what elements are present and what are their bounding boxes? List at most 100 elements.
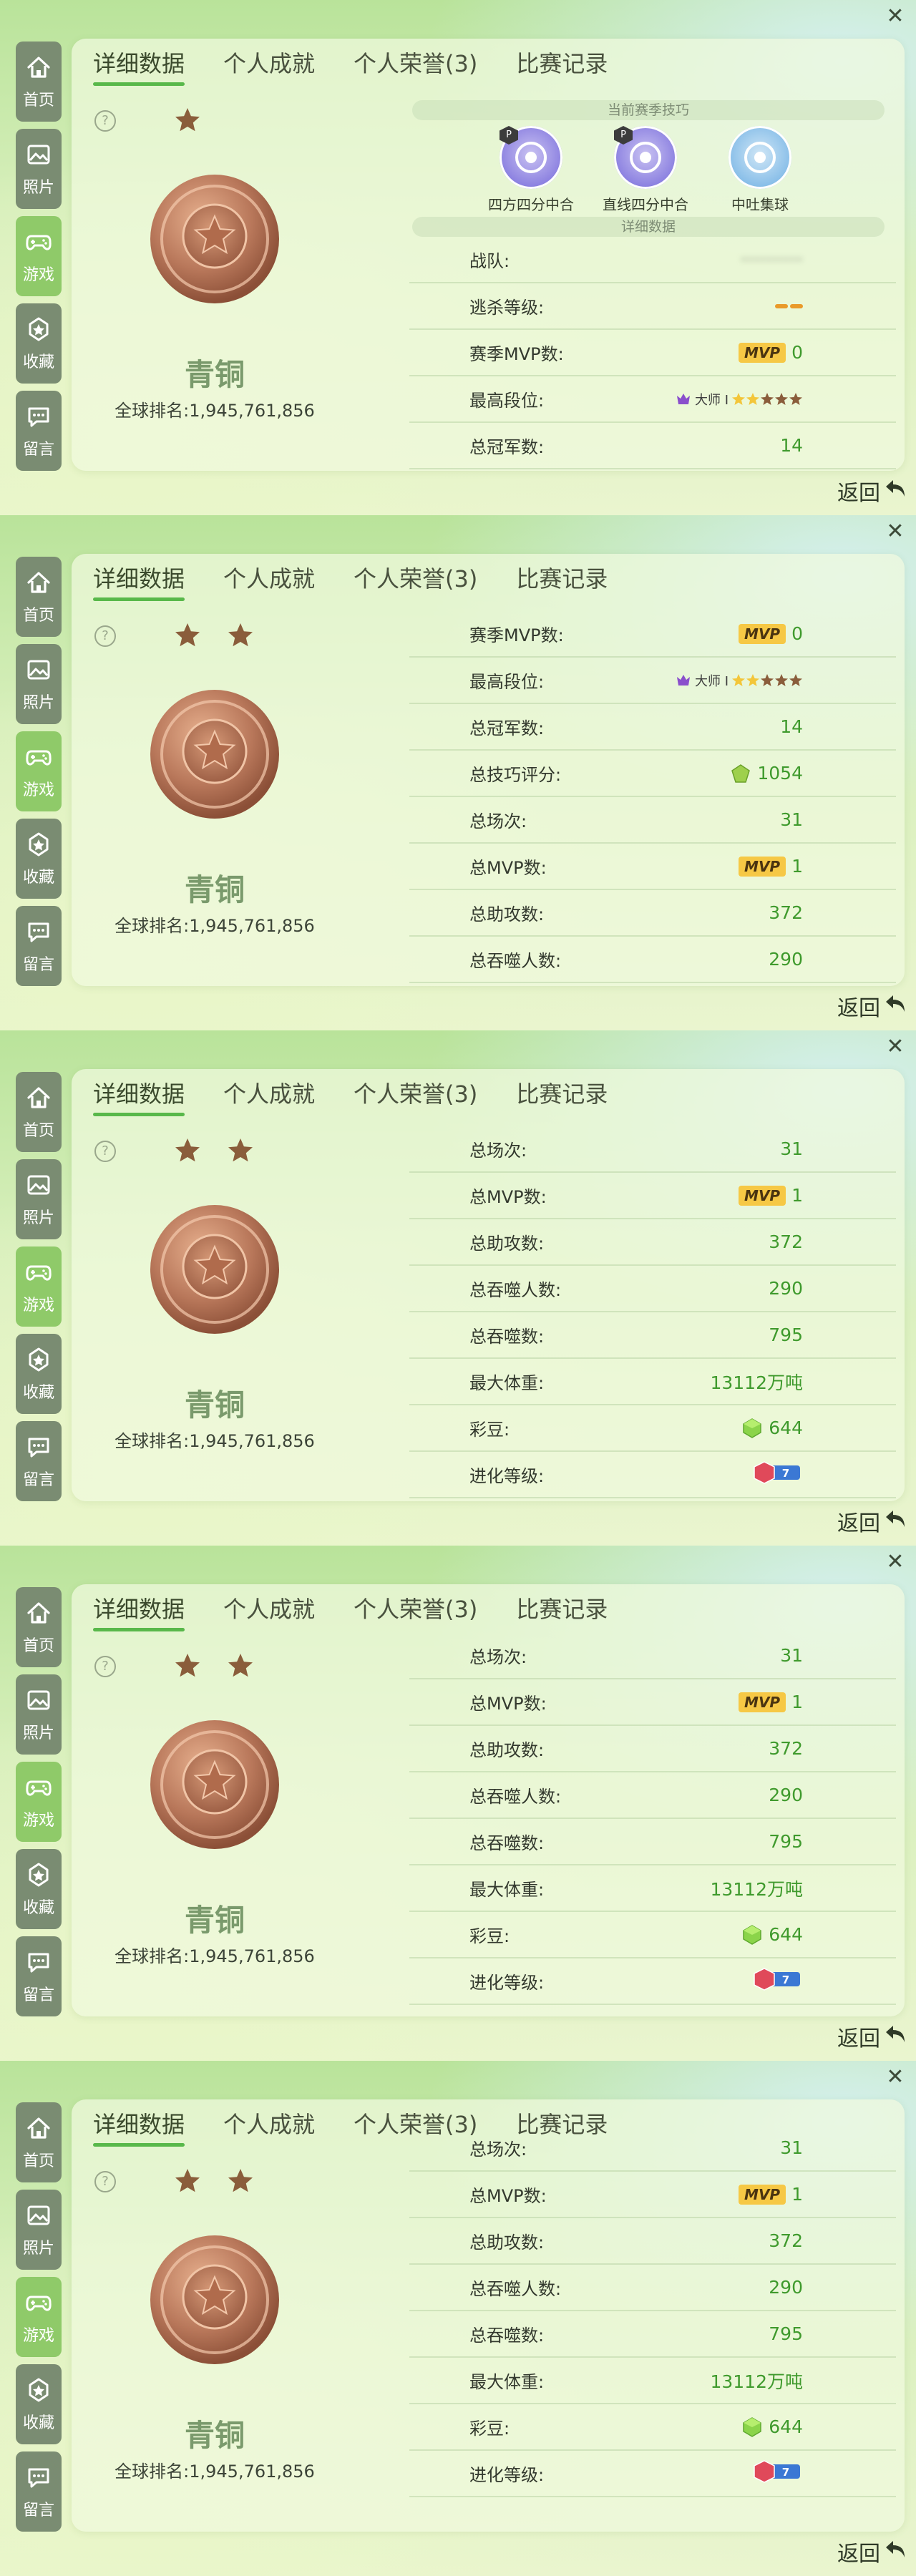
sidebar-item-home[interactable]: 首页 <box>16 557 62 637</box>
sidebar: 首页 照片 游戏 收藏 留言 <box>16 2102 62 2539</box>
stat-season-mvp: 赛季MVP数: MVP 0 <box>409 330 896 376</box>
skill-icon[interactable] <box>729 126 791 189</box>
sidebar-item-home[interactable]: 首页 <box>16 42 62 122</box>
close-icon[interactable]: ✕ <box>885 521 906 542</box>
photo-icon <box>24 1686 53 1717</box>
sidebar-item-photos[interactable]: 照片 <box>16 1159 62 1239</box>
tab-details[interactable]: 详细数据 <box>93 561 185 601</box>
sidebar-item-label: 照片 <box>22 694 54 712</box>
tab-details[interactable]: 详细数据 <box>93 1076 185 1116</box>
sidebar-item-favorites[interactable]: 收藏 <box>16 2364 62 2444</box>
skill-item[interactable]: P 四方四分中合 <box>477 126 585 214</box>
stats-scroll-area[interactable]: 总场次: 31 总MVP数: MVP 1 总助攻数: 372 总吞噬人数: 290 总吞噬数: 79… <box>409 2099 896 2532</box>
sidebar-item-messages[interactable]: 留言 <box>16 2451 62 2532</box>
back-button[interactable]: 返回 <box>837 2536 907 2567</box>
sidebar-item-photos[interactable]: 照片 <box>16 1674 62 1755</box>
help-icon[interactable]: ? <box>94 2171 116 2192</box>
stats-scroll-area[interactable]: 当前赛季技巧 P 四方四分中合 P 直线四分中合 中吐集球 详细数据 战队: ·········… <box>409 39 896 471</box>
skill-icon[interactable]: P <box>614 126 677 189</box>
tab-achievements[interactable]: 个人成就 <box>223 46 315 86</box>
tab-details[interactable]: 详细数据 <box>93 1591 185 1631</box>
stat-evolution: 进化等级: 7 <box>409 1452 896 1498</box>
sidebar-item-game[interactable]: 游戏 <box>16 1246 62 1327</box>
stat-max-weight-label: 最大体重: <box>469 2372 545 2392</box>
stats-scroll-area[interactable]: 总场次: 31 总MVP数: MVP 1 总助攻数: 372 总吞噬人数: 290 总吞噬数: 79… <box>409 1584 896 2016</box>
close-icon[interactable]: ✕ <box>885 1551 906 1573</box>
tab-details[interactable]: 详细数据 <box>93 46 185 86</box>
rank-name: 青铜 <box>184 1903 245 1938</box>
sidebar-item-messages[interactable]: 留言 <box>16 1936 62 2016</box>
stat-beans-label: 彩豆: <box>469 2419 510 2439</box>
stat-max-weight-label: 最大体重: <box>469 1880 545 1900</box>
help-icon[interactable]: ? <box>94 625 116 647</box>
stat-total-devour-label: 总吞噬数: <box>469 1833 545 1853</box>
stats-scroll-area[interactable]: 总场次: 31 总MVP数: MVP 1 总助攻数: 372 总吞噬人数: 290 总吞噬数: 79… <box>409 1069 896 1501</box>
sidebar-item-game[interactable]: 游戏 <box>16 216 62 296</box>
sidebar-item-game[interactable]: 游戏 <box>16 2277 62 2357</box>
sidebar-item-home[interactable]: 首页 <box>16 2102 62 2182</box>
tab-achievements[interactable]: 个人成就 <box>223 1076 315 1116</box>
stat-total-devour-label: 总吞噬数: <box>469 1327 545 1347</box>
stat-evolution-value: 7 <box>753 2459 803 2488</box>
sidebar-item-label: 首页 <box>22 1637 54 1655</box>
gamepad-icon <box>24 1258 53 1289</box>
skill-item[interactable]: P 直线四分中合 <box>592 126 699 214</box>
help-icon[interactable]: ? <box>94 110 116 132</box>
stat-team-label: 战队: <box>469 251 510 271</box>
stat-total-mvp-value: MVP 1 <box>739 1185 803 1206</box>
sidebar-item-label: 留言 <box>22 1471 54 1489</box>
sidebar-item-label: 收藏 <box>22 869 54 887</box>
sidebar-item-favorites[interactable]: 收藏 <box>16 1334 62 1414</box>
skill-icon[interactable]: P <box>500 126 562 189</box>
sidebar-item-photos[interactable]: 照片 <box>16 644 62 724</box>
stat-total-champion-value: 14 <box>780 716 803 737</box>
message-icon <box>24 402 53 434</box>
sidebar-item-messages[interactable]: 留言 <box>16 1421 62 1501</box>
close-icon[interactable]: ✕ <box>885 6 906 27</box>
sidebar-item-game[interactable]: 游戏 <box>16 1762 62 1842</box>
tab-achievements[interactable]: 个人成就 <box>223 2107 315 2147</box>
stat-total-mvp: 总MVP数: MVP 1 <box>409 844 896 890</box>
tab-achievements[interactable]: 个人成就 <box>223 561 315 601</box>
close-icon[interactable]: ✕ <box>885 2067 906 2088</box>
stat-total-assists-value: 372 <box>769 1231 803 1252</box>
stat-season-mvp-label: 赛季MVP数: <box>469 625 564 645</box>
sidebar-item-label: 首页 <box>22 607 54 625</box>
stat-total-games-label: 总场次: <box>469 1141 527 1161</box>
gamepad-icon <box>24 228 53 259</box>
rank-name: 青铜 <box>184 357 245 392</box>
sidebar-item-photos[interactable]: 照片 <box>16 129 62 209</box>
rank-star-icon <box>173 1136 202 1168</box>
stat-beans-value: 644 <box>741 2416 803 2438</box>
tab-details[interactable]: 详细数据 <box>93 2107 185 2147</box>
sidebar-item-favorites[interactable]: 收藏 <box>16 303 62 384</box>
back-button[interactable]: 返回 <box>837 990 907 1022</box>
tab-achievements[interactable]: 个人成就 <box>223 1591 315 1631</box>
sidebar-item-favorites[interactable]: 收藏 <box>16 819 62 899</box>
help-icon[interactable]: ? <box>94 1656 116 1677</box>
profile-card: 详细数据 个人成就 个人荣誉(3) 比赛记录? 青铜 全球排名:1,945,761,856… <box>72 1069 905 1501</box>
sidebar-item-messages[interactable]: 留言 <box>16 906 62 986</box>
skill-item[interactable]: 中吐集球 <box>706 126 814 214</box>
help-icon[interactable]: ? <box>94 1141 116 1162</box>
sidebar-item-home[interactable]: 首页 <box>16 1587 62 1667</box>
close-icon[interactable]: ✕ <box>885 1036 906 1058</box>
sidebar-item-photos[interactable]: 照片 <box>16 2190 62 2270</box>
sidebar-item-favorites[interactable]: 收藏 <box>16 1849 62 1929</box>
back-label: 返回 <box>837 1511 880 1536</box>
back-button[interactable]: 返回 <box>837 2021 907 2052</box>
stat-skill-score-label: 总技巧评分: <box>469 765 562 785</box>
skill-name: 直线四分中合 <box>603 196 688 213</box>
sidebar-item-home[interactable]: 首页 <box>16 1072 62 1152</box>
stat-total-games: 总场次: 31 <box>409 1633 896 1679</box>
sidebar-item-game[interactable]: 游戏 <box>16 731 62 811</box>
rank-stars <box>173 106 202 137</box>
sidebar-item-messages[interactable]: 留言 <box>16 391 62 471</box>
star-badge-icon <box>24 315 53 346</box>
stats-scroll-area[interactable]: 赛季MVP数: MVP 0 最高段位: 大师 I 总冠军数: 14 总技巧评分: 1054 总场次… <box>409 554 896 986</box>
stat-total-mvp-value: MVP 1 <box>739 2184 803 2205</box>
back-button[interactable]: 返回 <box>837 1506 907 1537</box>
stat-total-devour-people: 总吞噬人数: 290 <box>409 1266 896 1312</box>
rank-stars <box>173 2167 255 2198</box>
back-button[interactable]: 返回 <box>837 475 907 507</box>
